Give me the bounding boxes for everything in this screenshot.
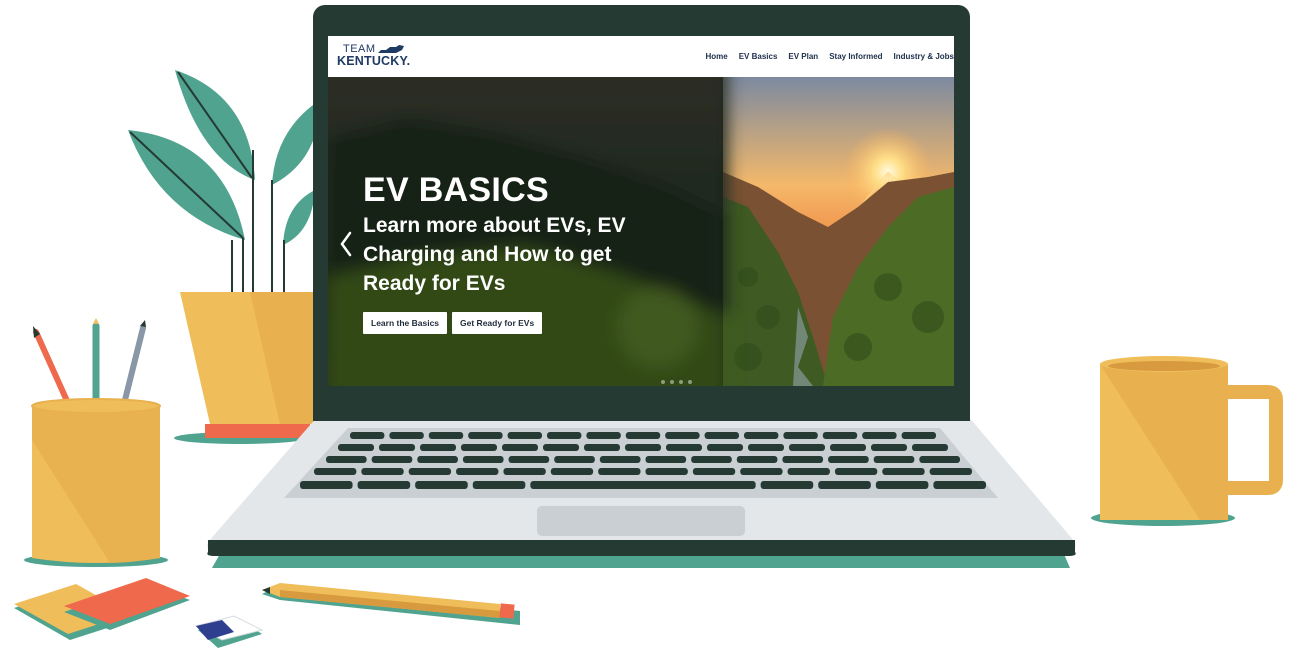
carousel-dots [661, 380, 697, 384]
keyboard-key [461, 444, 497, 451]
keyboard-key [912, 444, 948, 451]
keyboard-key [783, 432, 818, 439]
hero-title: EV BASICS [363, 171, 549, 209]
keyboard-key [666, 444, 702, 451]
keyboard-key [338, 444, 374, 451]
keyboard-key [468, 432, 503, 439]
keyboard-key [389, 432, 424, 439]
hero-carousel: EV BASICS Learn more about EVs, EV Charg… [328, 77, 954, 386]
keyboard-key [787, 468, 830, 475]
keyboard-key [645, 456, 687, 463]
hero-text: EV BASICS Learn more about EVs, EV Charg… [363, 171, 663, 298]
carousel-dot[interactable] [679, 380, 683, 384]
plant-icon [128, 70, 320, 292]
keyboard-key [862, 432, 897, 439]
keyboard-key [472, 481, 526, 489]
keyboard-key [625, 432, 661, 439]
keyboard-key [691, 456, 732, 463]
keyboard-key [326, 456, 367, 463]
keyboard-key [584, 444, 620, 451]
plant-pot [174, 292, 320, 444]
main-nav: Home EV Basics EV Plan Stay Informed Ind… [705, 36, 954, 77]
keyboard-key [871, 444, 907, 451]
keyboard-key [645, 468, 688, 475]
keyboard-key [503, 468, 546, 475]
chevron-left-icon[interactable] [338, 229, 354, 259]
keyboard-key [550, 468, 594, 475]
desk-pencil-icon [262, 583, 520, 625]
keyboard-key [919, 456, 960, 463]
hero-subtitle: Learn more about EVs, EV Charging and Ho… [363, 214, 626, 295]
keyboard-key [707, 444, 743, 451]
keyboard-key [599, 456, 641, 463]
keyboard-key [828, 456, 869, 463]
keyboard-key [300, 481, 353, 489]
keyboard-key [873, 456, 915, 463]
site-header: TEAM KENTUCKY. Home EV Basics EV Plan St… [328, 36, 954, 77]
keyboard-key [625, 444, 661, 451]
keyboard-key [554, 456, 595, 463]
carousel-dot[interactable] [688, 380, 692, 384]
keyboard-key [415, 481, 468, 489]
keyboard-key [428, 432, 464, 439]
get-ready-for-evs-button[interactable]: Get Ready for EVs [452, 312, 543, 334]
keyboard-key [933, 481, 986, 489]
carousel-dot[interactable] [670, 380, 674, 384]
keyboard-key [929, 468, 972, 475]
keyboard-key [508, 456, 550, 463]
keyboard-key [417, 456, 458, 463]
keyboard-key [744, 432, 779, 439]
keyboard-key [314, 468, 357, 475]
keyboard-key [901, 432, 936, 439]
nav-item-home[interactable]: Home [705, 52, 727, 61]
keyboard-key [462, 456, 504, 463]
pencil-cup-icon [24, 318, 168, 567]
nav-item-ev-basics[interactable]: EV Basics [739, 52, 778, 61]
nav-item-stay-informed[interactable]: Stay Informed [829, 52, 882, 61]
laptop-screen: TEAM KENTUCKY. Home EV Basics EV Plan St… [328, 36, 954, 386]
keyboard-key [456, 468, 499, 475]
keyboard-key [740, 468, 783, 475]
keyboard-key [371, 456, 413, 463]
nav-item-ev-plan[interactable]: EV Plan [788, 52, 818, 61]
keyboard-key [782, 456, 824, 463]
keyboard-key [586, 432, 621, 439]
keyboard-key [704, 432, 739, 439]
keyboard-key [822, 432, 858, 439]
logo-kentucky-text: KENTUCKY. [337, 54, 411, 68]
nav-item-industry-jobs[interactable]: Industry & Jobs [894, 52, 954, 61]
keyboard-key [736, 456, 778, 463]
keyboard-key [502, 444, 538, 451]
keyboard-key [379, 444, 415, 451]
keyboard-key [818, 481, 871, 489]
keyboard-key [350, 432, 385, 439]
keyboard-key [834, 468, 878, 475]
carousel-dot[interactable] [661, 380, 665, 384]
keyboard-key [420, 444, 456, 451]
keyboard-key [547, 432, 582, 439]
keyboard-key [830, 444, 866, 451]
keyboard-key [543, 444, 579, 451]
team-kentucky-logo[interactable]: TEAM KENTUCKY. [337, 43, 423, 71]
keyboard-key [357, 481, 411, 489]
spacebar-key [530, 481, 756, 489]
keyboard-key [789, 444, 825, 451]
eraser-icon [194, 615, 264, 648]
learn-the-basics-button[interactable]: Learn the Basics [363, 312, 448, 334]
keyboard-key [748, 444, 784, 451]
keyboard-key [875, 481, 929, 489]
keyboard-key [507, 432, 542, 439]
keyboard-key [665, 432, 700, 439]
keyboard-key [361, 468, 404, 475]
keyboard-key [692, 468, 736, 475]
keyboard-key [882, 468, 925, 475]
sticky-notes-icon [14, 578, 190, 640]
keyboard-key [598, 468, 641, 475]
keyboard-key [408, 468, 452, 475]
keyboard-key [760, 481, 814, 489]
hero-buttons: Learn the Basics Get Ready for EVs [363, 312, 547, 334]
coffee-mug-icon [1091, 356, 1283, 526]
trackpad [537, 506, 745, 536]
